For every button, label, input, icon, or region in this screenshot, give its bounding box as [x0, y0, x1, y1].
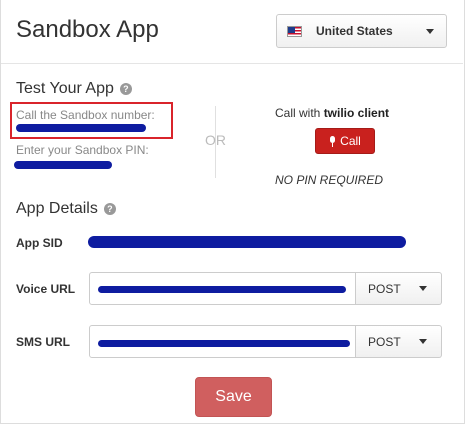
country-select[interactable]: United States [276, 14, 447, 48]
app-sid-redacted [88, 236, 406, 248]
call-button[interactable]: Call [315, 128, 375, 154]
chevron-down-icon [419, 339, 427, 344]
help-icon[interactable]: ? [119, 83, 132, 95]
chevron-down-icon [426, 28, 434, 34]
no-pin-text: NO PIN REQUIRED [275, 173, 384, 187]
header-divider [1, 63, 463, 64]
us-flag-icon [287, 25, 302, 37]
chevron-down-icon [419, 286, 427, 291]
help-icon[interactable]: ? [103, 203, 116, 215]
or-text: OR [205, 132, 226, 148]
sandbox-pin-label: Enter your Sandbox PIN: [16, 143, 149, 157]
sms-method-select[interactable]: POST [356, 325, 442, 358]
voice-url-redacted [98, 286, 346, 293]
details-section-title: App Details [16, 200, 98, 217]
sandbox-number-redacted [16, 124, 146, 132]
sms-url-redacted [98, 340, 350, 347]
call-button-label: Call [340, 134, 361, 148]
client-label: Call with twilio client [275, 106, 389, 120]
voice-url-input[interactable] [89, 272, 356, 305]
country-label: United States [316, 24, 393, 38]
sandbox-pin-redacted [14, 161, 112, 169]
sms-url-label: SMS URL [16, 335, 70, 349]
save-button[interactable]: Save [195, 377, 272, 417]
microphone-icon [329, 135, 336, 147]
voice-url-label: Voice URL [16, 282, 76, 296]
test-section-title: Test Your App [16, 80, 114, 97]
client-prefix: Call with [275, 106, 324, 120]
details-section-heading: App Details ? [16, 200, 116, 218]
voice-method-select[interactable]: POST [356, 272, 442, 305]
app-sid-label: App SID [16, 236, 63, 250]
page-title: Sandbox App [16, 16, 159, 43]
sandbox-number-label: Call the Sandbox number: [16, 108, 155, 122]
sms-url-group: POST [89, 325, 442, 358]
voice-method-label: POST [368, 281, 401, 296]
sms-url-input[interactable] [89, 325, 356, 358]
sms-method-label: POST [368, 334, 401, 349]
voice-url-group: POST [89, 272, 442, 305]
client-name: twilio client [323, 106, 390, 120]
test-section-heading: Test Your App ? [16, 80, 132, 98]
